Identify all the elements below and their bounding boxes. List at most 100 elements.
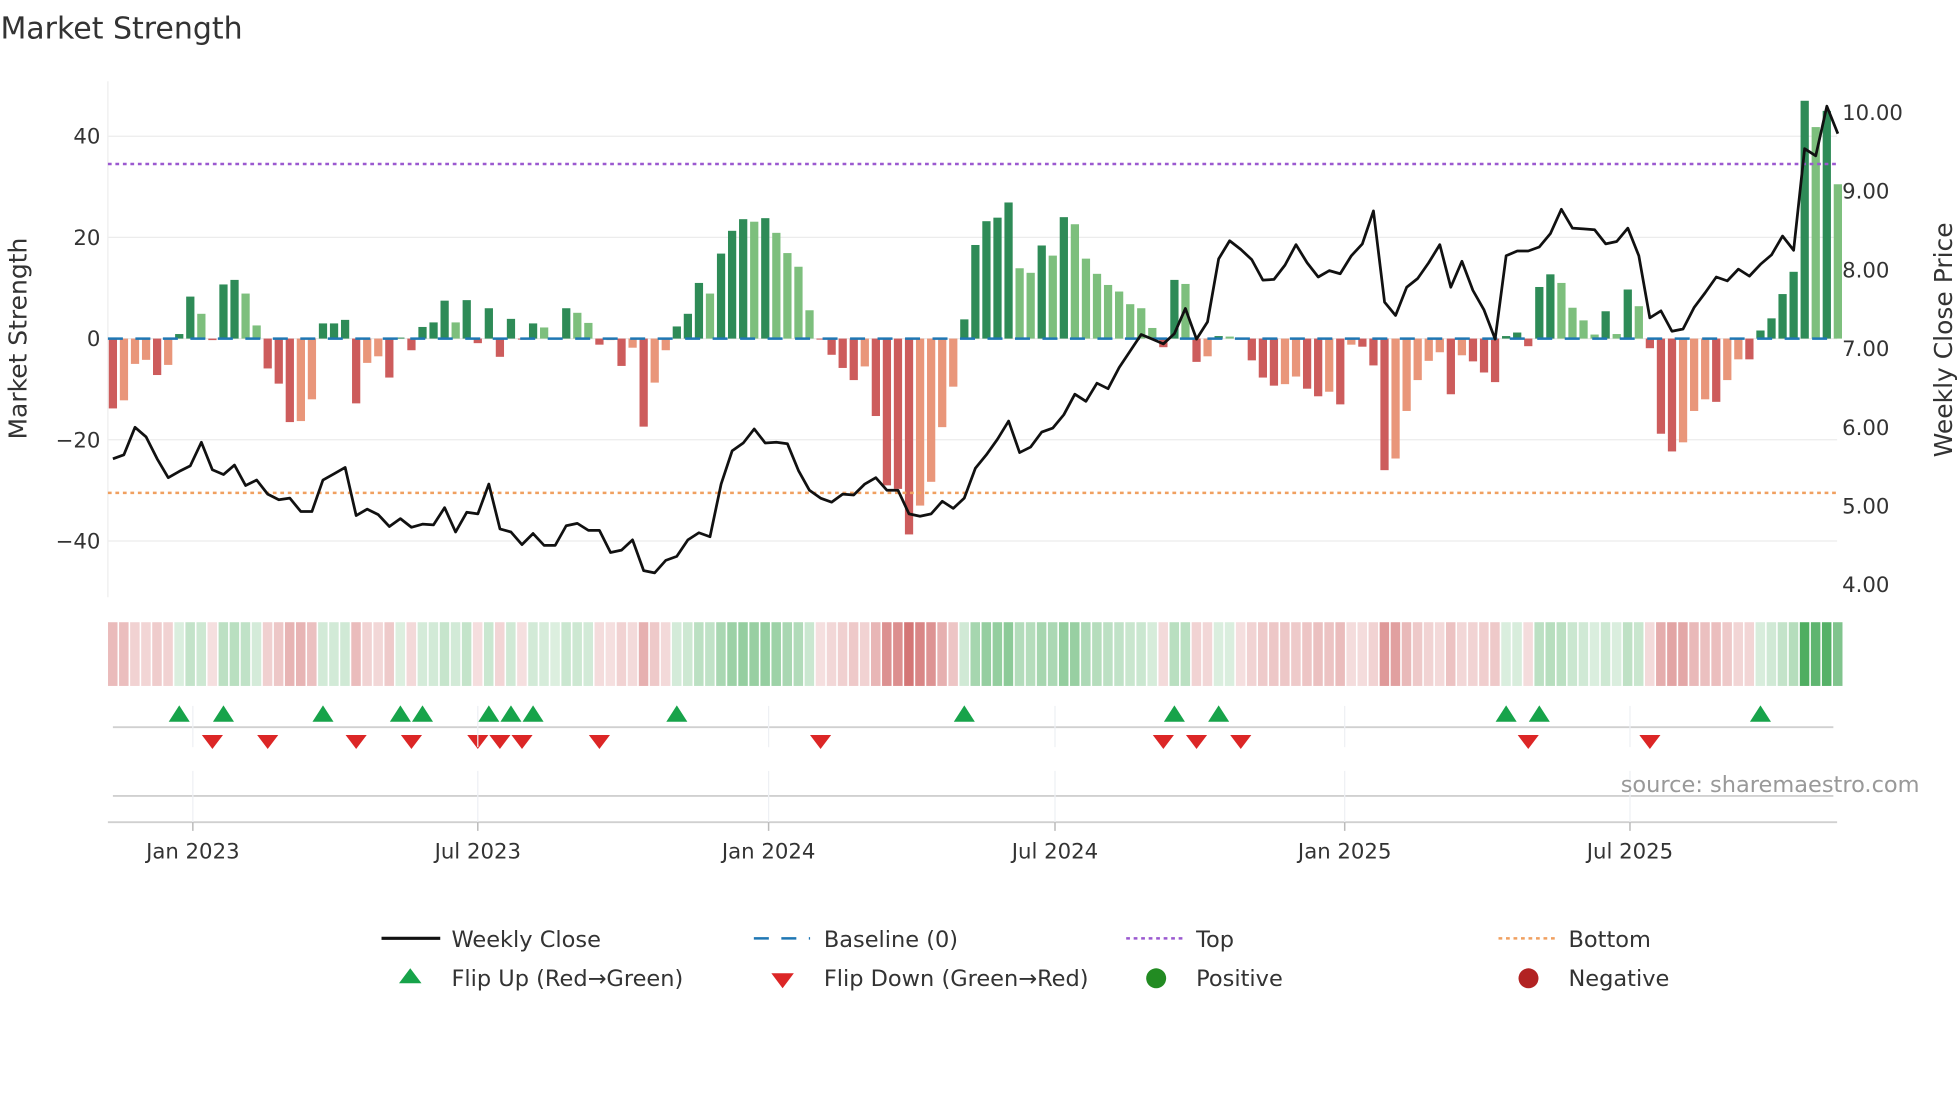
flip-up-marker [167, 703, 192, 723]
negative-bar [1302, 338, 1312, 389]
positive-bar [252, 325, 261, 339]
flip-up-marker [1162, 703, 1187, 723]
heat-cell [318, 622, 328, 686]
heat-cell [417, 622, 428, 686]
positive-bar [1778, 294, 1787, 339]
positive-bar [230, 279, 239, 339]
positive-bar [1081, 258, 1091, 339]
heat-cell [649, 622, 660, 686]
negative-bar [938, 338, 947, 428]
heat-cell [1036, 622, 1047, 686]
heat-cell [384, 622, 394, 686]
heat-cell [495, 622, 505, 686]
heat-cell [108, 622, 118, 686]
heat-cell [848, 622, 859, 686]
heat-cell [804, 622, 815, 686]
heat-cell [1412, 622, 1423, 686]
negative-bar [208, 338, 217, 341]
heat-cell [395, 622, 406, 686]
negative-bar [274, 338, 283, 384]
negative-bar [827, 338, 836, 355]
legend-item-top[interactable]: Top [1126, 927, 1234, 953]
legend-item-positive[interactable]: Positive [1146, 966, 1283, 992]
negative-bar [1280, 338, 1290, 385]
positive-bar [1015, 268, 1024, 339]
positive-bar [960, 319, 969, 339]
positive-bar [750, 221, 759, 339]
heat-cell [1788, 622, 1799, 686]
positive-bar [329, 323, 339, 339]
circle-icon [1518, 968, 1539, 989]
heat-cell [1136, 622, 1146, 686]
heat-cell [1711, 622, 1721, 686]
positive-bar [1070, 224, 1080, 339]
flip-up-marker [952, 703, 977, 723]
heat-cell [307, 622, 317, 686]
source-label: source: sharemaestro.com [1621, 772, 1920, 798]
heat-cell [1611, 622, 1622, 686]
positive-bar [971, 244, 980, 339]
negative-bar [1678, 338, 1688, 443]
heat-cell [594, 622, 605, 686]
positive-bar [727, 230, 737, 339]
negative-bar [108, 338, 118, 409]
flip-up-marker [476, 703, 501, 723]
flip-down-marker [399, 734, 424, 751]
heat-cell [826, 622, 837, 686]
legend-item-weekly-close[interactable]: Weekly Close [381, 927, 601, 953]
heat-cell [439, 622, 450, 686]
positive-bar [1612, 334, 1621, 339]
flip-up-marker [211, 703, 236, 723]
heat-cell [1025, 622, 1036, 686]
heat-cell [1633, 622, 1644, 686]
positive-bar [573, 312, 582, 339]
heat-cell [1689, 622, 1699, 686]
heat-cell [727, 622, 737, 686]
legend-label: Flip Up (Red→Green) [451, 966, 683, 992]
heat-cell [1490, 622, 1500, 686]
negative-bar [1667, 338, 1677, 452]
y2-tick-label: 8.00 [1842, 258, 1889, 283]
heat-cell [782, 622, 793, 686]
legend-item-flip-down[interactable]: Flip Down (Green→Red) [771, 966, 1089, 992]
legend-label: Baseline (0) [824, 927, 958, 953]
heat-cell [1600, 622, 1611, 686]
negative-bar [617, 338, 626, 366]
heat-cell [605, 622, 616, 686]
legend-item-bottom[interactable]: Bottom [1498, 927, 1651, 953]
negative-bar [1524, 338, 1533, 347]
legend-item-baseline[interactable]: Baseline (0) [753, 927, 958, 953]
flip-down-marker [487, 734, 512, 751]
positive-bar [1568, 307, 1577, 339]
heat-cell [705, 622, 715, 686]
heat-cell [561, 622, 571, 686]
heat-cell [859, 622, 870, 686]
heat-cell [1645, 622, 1655, 686]
legend-item-flip-up[interactable]: Flip Up (Red→Green) [399, 966, 683, 992]
positive-bar [484, 308, 493, 339]
y2-tick-label: 7.00 [1842, 337, 1889, 362]
negative-bar [1380, 338, 1389, 471]
negative-bar [1435, 338, 1444, 353]
negative-bar [352, 338, 361, 404]
positive-bar [562, 308, 571, 339]
heat-cell [428, 622, 439, 686]
heat-cell [1014, 622, 1025, 686]
flip-down-marker [1151, 734, 1176, 751]
heat-cell [926, 622, 936, 686]
heat-cell [1158, 622, 1168, 686]
negative-bar [650, 338, 659, 383]
legend-item-negative[interactable]: Negative [1518, 966, 1670, 992]
heat-cell [373, 622, 383, 686]
positive-bar [705, 293, 715, 339]
negative-bar [1689, 338, 1699, 411]
negative-bar [1258, 338, 1267, 378]
negative-bar [296, 338, 305, 422]
positive-bar [1059, 217, 1068, 339]
market-strength-chart: Market Strength 40 20 0 −20 −40 10.00 9.00 8.0… [0, 12, 1958, 992]
heat-cell [948, 622, 958, 686]
heat-cell [992, 622, 1003, 686]
flip-up-marker [410, 703, 435, 723]
heat-cell [1368, 622, 1379, 686]
negative-bar [1479, 338, 1489, 373]
